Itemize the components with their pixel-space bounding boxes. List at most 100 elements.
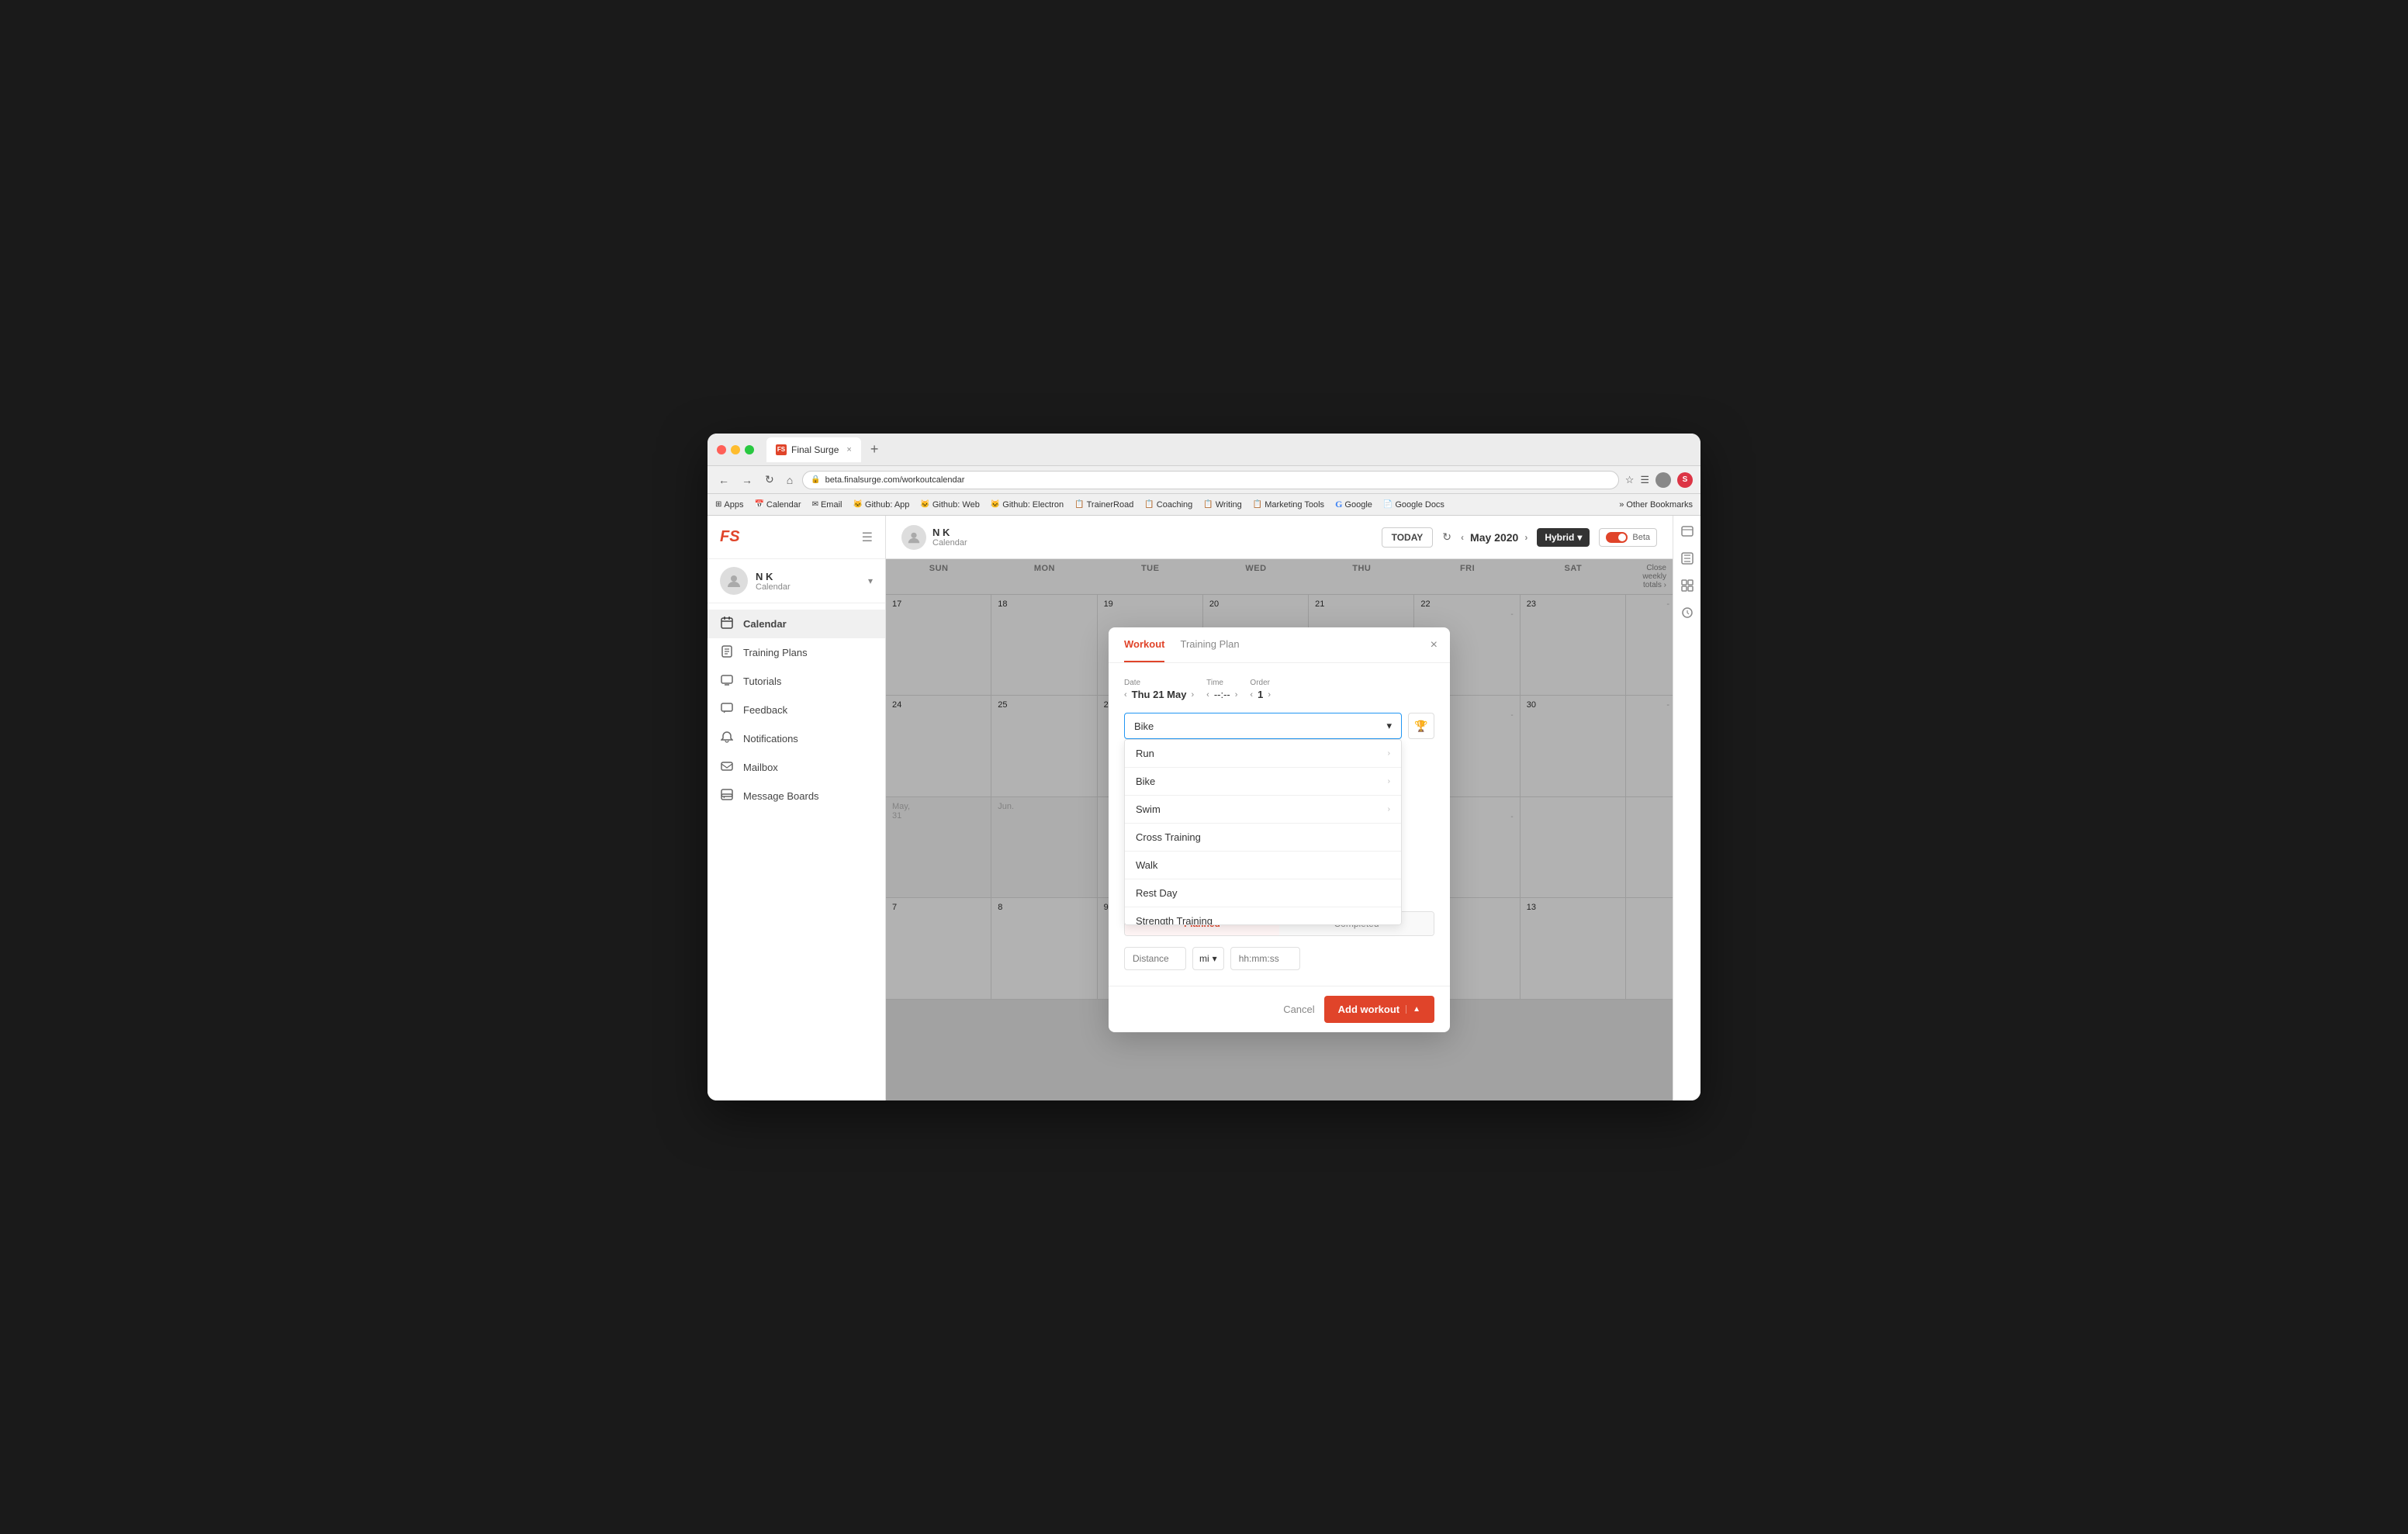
- app-logo: FS: [720, 528, 740, 546]
- extension-icon[interactable]: S: [1677, 472, 1693, 488]
- bookmark-calendar[interactable]: 📅 Calendar: [754, 500, 801, 510]
- dropdown-item-walk[interactable]: Walk: [1125, 852, 1401, 879]
- bookmark-github-web[interactable]: 🐱 Github: Web: [920, 500, 979, 510]
- user-section[interactable]: N K Calendar ▾: [708, 559, 885, 603]
- refresh-icon[interactable]: ↻: [1442, 530, 1451, 544]
- panel-icon-1[interactable]: [1681, 525, 1694, 540]
- trophy-button[interactable]: 🏆: [1408, 713, 1434, 739]
- dropdown-bike-chevron: ›: [1388, 777, 1390, 786]
- minimize-button[interactable]: [731, 445, 740, 454]
- time-next-button[interactable]: ›: [1235, 690, 1238, 700]
- date-label: Date: [1124, 679, 1194, 687]
- date-field-group: Date ‹ Thu 21 May ›: [1124, 679, 1194, 700]
- bookmark-github-app-label: Github: App: [865, 500, 910, 510]
- today-button[interactable]: TODAY: [1382, 527, 1434, 548]
- bookmark-star-icon[interactable]: ☆: [1625, 474, 1635, 486]
- order-next-button[interactable]: ›: [1268, 690, 1271, 700]
- bookmark-email[interactable]: ✉ Email: [812, 500, 842, 510]
- sport-select[interactable]: Bike ▾: [1124, 713, 1402, 739]
- time-prev-button[interactable]: ‹: [1206, 690, 1209, 700]
- bookmark-trainerroad[interactable]: 📋 TrainerRoad: [1074, 500, 1133, 510]
- sport-dropdown-menu: Run › Bike › Swim: [1124, 739, 1402, 925]
- modal-overlay[interactable]: Workout Training Plan × Date: [886, 559, 1673, 1100]
- unit-arrow-icon: ▾: [1213, 953, 1217, 964]
- trainerroad-icon: 📋: [1074, 500, 1084, 509]
- view-mode-label: Hybrid: [1545, 532, 1574, 543]
- tab-workout[interactable]: Workout: [1124, 627, 1164, 662]
- header-user: N K Calendar: [901, 525, 967, 550]
- sport-selected-value: Bike: [1134, 720, 1154, 732]
- traffic-lights: [717, 445, 754, 454]
- sidebar-item-tutorials[interactable]: Tutorials: [708, 667, 885, 696]
- maximize-button[interactable]: [745, 445, 754, 454]
- bookmark-google-docs[interactable]: 📄 Google Docs: [1383, 500, 1444, 510]
- date-next-button[interactable]: ›: [1191, 690, 1194, 700]
- tab-close-icon[interactable]: ×: [846, 445, 851, 454]
- user-name: N K: [756, 571, 791, 582]
- dropdown-item-cross-training[interactable]: Cross Training: [1125, 824, 1401, 852]
- close-button[interactable]: [717, 445, 726, 454]
- dropdown-swim-chevron: ›: [1388, 805, 1390, 814]
- modal-close-button[interactable]: ×: [1431, 638, 1438, 652]
- order-label: Order: [1250, 679, 1271, 687]
- dropdown-item-strength-training[interactable]: Strength Training: [1125, 907, 1401, 925]
- add-workout-button[interactable]: Add workout ▲: [1324, 996, 1434, 1023]
- panel-icon-3[interactable]: [1681, 579, 1694, 594]
- more-bookmarks[interactable]: » Other Bookmarks: [1619, 500, 1693, 510]
- bookmark-github-electron[interactable]: 🐱 Github: Electron: [991, 500, 1064, 510]
- distance-time-row: mi ▾: [1124, 947, 1434, 970]
- time-duration-input[interactable]: [1230, 947, 1300, 970]
- order-prev-button[interactable]: ‹: [1250, 690, 1253, 700]
- panel-icon-2[interactable]: [1681, 552, 1694, 567]
- date-prev-button[interactable]: ‹: [1124, 690, 1127, 700]
- back-button[interactable]: ←: [715, 472, 732, 488]
- view-toggle[interactable]: Hybrid ▾: [1537, 528, 1590, 547]
- panel-icon-4[interactable]: [1681, 606, 1694, 621]
- view-toggle-chevron: ▾: [1577, 532, 1582, 543]
- next-month-button[interactable]: ›: [1524, 532, 1527, 543]
- forward-button[interactable]: →: [739, 472, 756, 488]
- browser-tab[interactable]: FS Final Surge ×: [766, 437, 861, 462]
- dropdown-item-swim[interactable]: Swim ›: [1125, 796, 1401, 824]
- sidebar-item-notifications[interactable]: Notifications: [708, 724, 885, 753]
- sidebar-item-message-boards[interactable]: Message Boards: [708, 782, 885, 810]
- dropdown-item-rest-day[interactable]: Rest Day: [1125, 879, 1401, 907]
- title-bar: FS Final Surge × +: [708, 434, 1700, 466]
- bookmark-marketing-tools[interactable]: 📋 Marketing Tools: [1253, 500, 1324, 510]
- cancel-button[interactable]: Cancel: [1283, 1004, 1314, 1015]
- sidebar-item-mailbox-label: Mailbox: [743, 762, 778, 773]
- reading-mode-icon[interactable]: ☰: [1640, 474, 1649, 486]
- training-plans-icon: [720, 645, 734, 660]
- bookmark-github-app[interactable]: 🐱 Github: App: [853, 500, 909, 510]
- tab-training-plan[interactable]: Training Plan: [1180, 627, 1239, 662]
- sidebar-item-training-plans[interactable]: Training Plans: [708, 638, 885, 667]
- hamburger-icon[interactable]: ☰: [862, 530, 873, 545]
- bookmark-google[interactable]: G Google: [1335, 499, 1372, 510]
- bookmark-writing[interactable]: 📋 Writing: [1203, 500, 1241, 510]
- date-time-order-row: Date ‹ Thu 21 May › Time: [1124, 679, 1434, 700]
- time-nav: ‹ --:-- ›: [1206, 689, 1237, 700]
- sidebar-item-calendar[interactable]: Calendar: [708, 610, 885, 638]
- dropdown-item-run[interactable]: Run ›: [1125, 740, 1401, 768]
- unit-select[interactable]: mi ▾: [1192, 947, 1224, 970]
- reload-button[interactable]: ↻: [762, 472, 777, 488]
- right-panel: [1673, 516, 1700, 1100]
- user-chevron-icon[interactable]: ▾: [868, 575, 873, 586]
- new-tab-button[interactable]: +: [870, 441, 879, 458]
- bookmark-apps[interactable]: ⊞ Apps: [715, 500, 743, 510]
- distance-input[interactable]: [1124, 947, 1186, 970]
- sidebar-item-mailbox[interactable]: Mailbox: [708, 753, 885, 782]
- profile-icon[interactable]: [1656, 472, 1671, 488]
- beta-label: Beta: [1632, 533, 1650, 542]
- bookmark-writing-label: Writing: [1216, 500, 1242, 510]
- google-docs-icon: 📄: [1383, 500, 1393, 509]
- bookmark-coaching[interactable]: 📋 Coaching: [1144, 500, 1192, 510]
- beta-toggle[interactable]: [1606, 532, 1628, 543]
- sidebar-item-feedback[interactable]: Feedback: [708, 696, 885, 724]
- address-bar[interactable]: 🔒 beta.finalsurge.com/workoutcalendar: [802, 471, 1618, 489]
- prev-month-button[interactable]: ‹: [1461, 532, 1464, 543]
- dropdown-item-bike[interactable]: Bike ›: [1125, 768, 1401, 796]
- more-bookmarks-label: Other Bookmarks: [1626, 500, 1693, 510]
- bookmark-github-electron-label: Github: Electron: [1002, 500, 1064, 510]
- home-button[interactable]: ⌂: [784, 472, 796, 488]
